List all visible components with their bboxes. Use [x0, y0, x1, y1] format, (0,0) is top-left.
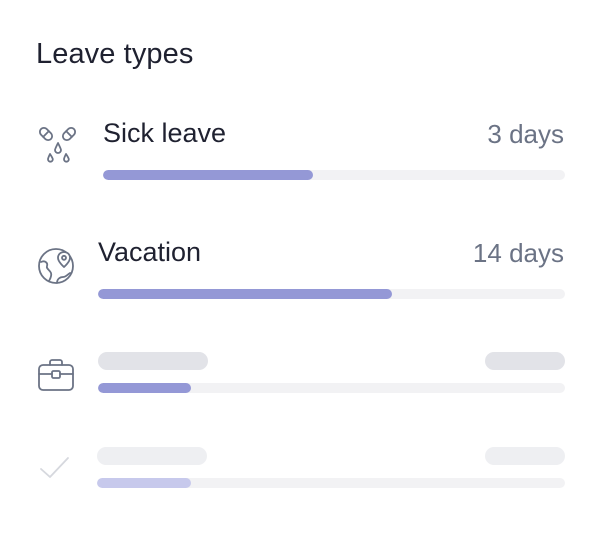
check-icon — [40, 457, 69, 478]
leave-progress-track — [103, 170, 565, 180]
briefcase-icon — [38, 359, 74, 391]
skeleton-label — [97, 447, 207, 465]
page-title: Leave types — [36, 38, 194, 70]
leave-days-value: 3 days — [487, 119, 564, 149]
leave-progress-fill — [97, 478, 191, 488]
skeleton-label — [98, 352, 208, 370]
leave-days-value: 14 days — [472, 238, 564, 268]
leave-progress-track — [98, 383, 565, 393]
leave-progress-track — [98, 289, 565, 299]
leave-label: Sick leave — [103, 118, 227, 148]
leave-progress-fill — [103, 170, 314, 180]
skeleton-value — [485, 447, 565, 465]
leave-progress-fill — [98, 289, 393, 299]
leave-progress-track — [97, 478, 565, 488]
leave-label: Vacation — [98, 237, 202, 267]
globe-pin-icon — [38, 248, 74, 284]
skeleton-value — [485, 352, 565, 370]
pills-icon — [38, 126, 77, 163]
leave-progress-fill — [98, 383, 192, 393]
